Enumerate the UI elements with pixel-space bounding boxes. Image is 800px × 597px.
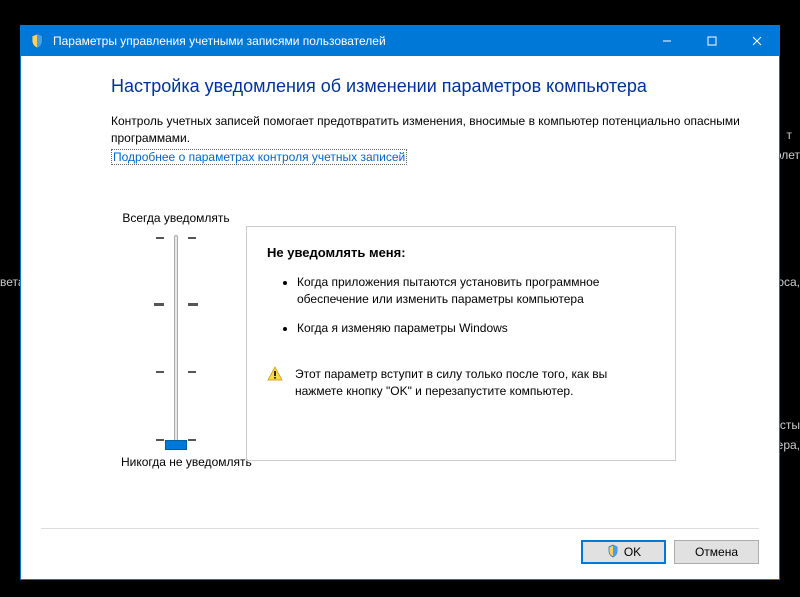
titlebar[interactable]: Параметры управления учетными записями п… bbox=[21, 26, 779, 56]
shield-icon bbox=[29, 33, 45, 49]
shield-icon bbox=[606, 544, 620, 561]
ok-button-label: OK bbox=[624, 545, 641, 559]
window-title: Параметры управления учетными записями п… bbox=[53, 34, 386, 48]
bg-fragment: оса, bbox=[777, 275, 800, 289]
notification-info-panel: Не уведомлять меня: Когда приложения пыт… bbox=[246, 226, 676, 461]
page-description: Контроль учетных записей помогает предот… bbox=[111, 113, 749, 147]
separator bbox=[41, 528, 759, 529]
cancel-button[interactable]: Отмена bbox=[674, 540, 759, 564]
uac-settings-window: Параметры управления учетными записями п… bbox=[20, 25, 780, 580]
dialog-buttons: OK Отмена bbox=[581, 540, 759, 564]
bullet-item: Когда приложения пытаются установить про… bbox=[297, 274, 655, 308]
uac-slider-area: Всегда уведомлять Никогда не уведомлять bbox=[121, 211, 231, 469]
warning-text: Этот параметр вступит в силу только посл… bbox=[295, 366, 655, 400]
minimize-button[interactable] bbox=[644, 26, 689, 56]
uac-slider[interactable] bbox=[146, 235, 206, 445]
learn-more-link[interactable]: Подробнее о параметрах контроля учетных … bbox=[111, 149, 407, 165]
bullet-item: Когда я изменяю параметры Windows bbox=[297, 320, 655, 337]
close-button[interactable] bbox=[734, 26, 779, 56]
content-area: Настройка уведомления об изменении парам… bbox=[21, 56, 779, 579]
slider-label-never: Никогда не уведомлять bbox=[121, 455, 231, 469]
warning-icon bbox=[267, 366, 283, 382]
slider-label-always: Всегда уведомлять bbox=[121, 211, 231, 225]
ok-button[interactable]: OK bbox=[581, 540, 666, 564]
maximize-button[interactable] bbox=[689, 26, 734, 56]
bg-fragment: т bbox=[787, 128, 793, 142]
panel-title: Не уведомлять меня: bbox=[267, 245, 655, 260]
cancel-button-label: Отмена bbox=[695, 545, 738, 559]
page-heading: Настройка уведомления об изменении парам… bbox=[111, 76, 749, 97]
slider-thumb[interactable] bbox=[165, 440, 187, 450]
